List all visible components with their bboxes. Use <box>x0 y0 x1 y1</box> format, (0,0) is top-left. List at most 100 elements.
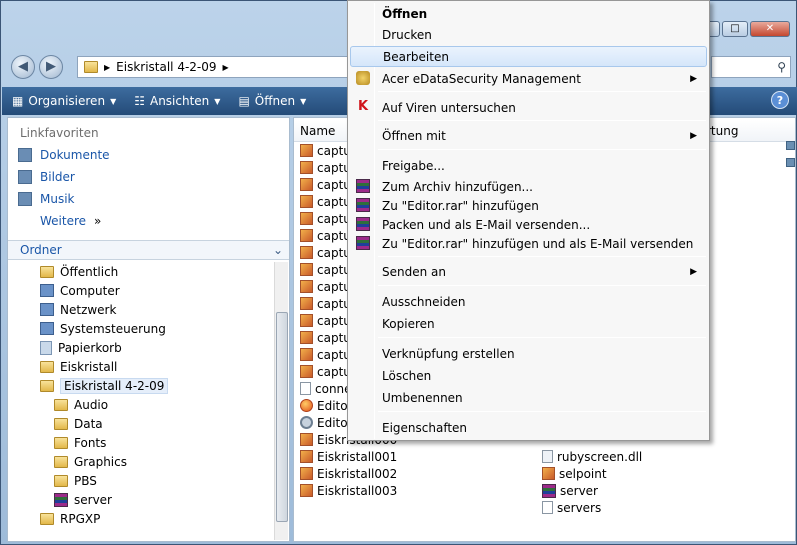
scrollbar-thumb[interactable] <box>276 312 288 522</box>
tree-node[interactable]: server <box>8 490 274 509</box>
menu-item-virus-scan[interactable]: K Auf Viren untersuchen <box>350 97 707 118</box>
menu-item-delete[interactable]: Löschen <box>350 365 707 386</box>
folder-icon <box>54 455 68 468</box>
file-item[interactable]: captu <box>300 142 351 159</box>
menu-item-pack-email[interactable]: Packen und als E-Mail versenden... <box>350 214 707 235</box>
file-item[interactable]: servers <box>542 499 601 516</box>
address-bar[interactable]: ▶ Eiskristall 4-2-09 ▶ <box>77 56 357 78</box>
file-item[interactable]: rubyscreen.dll <box>542 448 642 465</box>
open-button[interactable]: ▤ Öffnen ▼ <box>238 94 306 108</box>
file-item[interactable]: captu <box>300 329 351 346</box>
menu-item-edit[interactable]: Bearbeiten <box>350 46 707 67</box>
file-item[interactable]: captu <box>300 244 351 261</box>
file-item[interactable]: captu <box>300 176 351 193</box>
file-item[interactable]: captu <box>300 261 351 278</box>
column-name[interactable]: Name <box>300 124 335 138</box>
winrar-icon <box>356 236 370 250</box>
tree-node[interactable]: Systemsteuerung <box>8 319 274 338</box>
image-file-icon <box>300 450 313 463</box>
image-file-icon <box>300 348 313 361</box>
file-name: captu <box>317 262 351 277</box>
menu-item-add-rar-email[interactable]: Zu "Editor.rar" hinzufügen und als E-Mai… <box>350 233 707 254</box>
column-rating[interactable]: rtung <box>706 124 738 138</box>
menu-item-send-to[interactable]: Senden an ▶ <box>350 261 707 282</box>
file-item[interactable]: captu <box>300 278 351 295</box>
settings-file-icon <box>300 416 313 429</box>
file-item[interactable]: captu <box>300 363 351 380</box>
file-name: rubyscreen.dll <box>557 449 643 464</box>
file-item[interactable]: server <box>542 482 598 499</box>
tree-node[interactable]: RPGXP <box>8 509 274 528</box>
tree-node-selected[interactable]: Eiskristall 4-2-09 <box>8 376 274 395</box>
favorite-label: Bilder <box>40 170 75 184</box>
favorite-music[interactable]: Musik <box>8 188 289 210</box>
menu-item-add-rar[interactable]: Zu "Editor.rar" hinzufügen <box>350 195 707 216</box>
menu-item-copy[interactable]: Kopieren <box>350 313 707 334</box>
tree-node[interactable]: Computer <box>8 281 274 300</box>
help-icon[interactable]: ? <box>771 91 789 109</box>
file-name: captu <box>317 143 351 158</box>
menu-label: Zum Archiv hinzufügen... <box>382 179 533 194</box>
close-button[interactable]: ✕ <box>750 21 790 37</box>
favorite-documents[interactable]: Dokumente <box>8 144 289 166</box>
tree-node[interactable]: Papierkorb <box>8 338 274 357</box>
favorites-more[interactable]: Weitere » <box>8 210 289 232</box>
maximize-button[interactable]: □ <box>722 21 748 37</box>
menu-item-add-archive[interactable]: Zum Archiv hinzufügen... <box>350 176 707 197</box>
tree-label: Eiskristall 4-2-09 <box>60 377 169 394</box>
menu-item-open[interactable]: Öffnen <box>350 3 707 24</box>
search-box[interactable]: ⚲ <box>711 56 791 78</box>
menu-label: Zu "Editor.rar" hinzufügen <box>382 198 539 213</box>
menu-item-create-shortcut[interactable]: Verknüpfung erstellen <box>350 343 707 364</box>
breadcrumb[interactable]: Eiskristall 4-2-09 <box>116 60 216 74</box>
tree-node[interactable]: Data <box>8 414 274 433</box>
menu-item-acer[interactable]: Acer eDataSecurity Management ▶ <box>350 68 707 89</box>
menu-item-cut[interactable]: Ausschneiden <box>350 291 707 312</box>
control-panel-icon <box>40 322 54 335</box>
file-item[interactable]: captu <box>300 210 351 227</box>
folder-icon <box>40 265 54 278</box>
file-item[interactable]: Editor <box>300 397 353 414</box>
file-item[interactable]: captu <box>300 159 351 176</box>
views-button[interactable]: ☷ Ansichten ▼ <box>134 94 220 108</box>
tree-node[interactable]: Netzwerk <box>8 300 274 319</box>
file-item[interactable]: captu <box>300 346 351 363</box>
menu-separator <box>378 256 706 257</box>
file-item[interactable]: Editor <box>300 414 353 431</box>
menu-label: Öffnen mit <box>382 128 446 143</box>
file-name: Eiskristall003 <box>317 483 398 498</box>
file-item[interactable]: Eiskristall003 <box>300 482 397 499</box>
tree-node[interactable]: Audio <box>8 395 274 414</box>
tree-node[interactable]: Öffentlich <box>8 262 274 281</box>
file-item[interactable]: Eiskristall002 <box>300 465 397 482</box>
menu-label: Auf Viren untersuchen <box>382 100 516 115</box>
file-name: captu <box>317 160 351 175</box>
forward-button[interactable]: ▶ <box>39 55 63 79</box>
tree-node[interactable]: Graphics <box>8 452 274 471</box>
file-item[interactable]: captu <box>300 312 351 329</box>
menu-item-properties[interactable]: Eigenschaften <box>350 417 707 438</box>
folders-header[interactable]: Ordner ⌄ <box>8 240 289 260</box>
tree-node[interactable]: Fonts <box>8 433 274 452</box>
file-name: captu <box>317 245 351 260</box>
file-item[interactable]: Eiskristall001 <box>300 448 397 465</box>
menu-item-share[interactable]: Freigabe... <box>350 155 707 176</box>
file-item[interactable]: captu <box>300 227 351 244</box>
file-item[interactable]: selpoint <box>542 465 607 482</box>
search-icon[interactable]: ⚲ <box>777 60 786 74</box>
menu-item-rename[interactable]: Umbenennen <box>350 387 707 408</box>
back-button[interactable]: ◀ <box>11 55 35 79</box>
favorite-pictures[interactable]: Bilder <box>8 166 289 188</box>
file-item[interactable]: conne <box>300 380 352 397</box>
tree-node[interactable]: Eiskristall <box>8 357 274 376</box>
file-item[interactable]: captu <box>300 295 351 312</box>
menu-item-print[interactable]: Drucken <box>350 24 707 45</box>
tree-scrollbar[interactable] <box>274 262 288 540</box>
tree-node[interactable]: PBS <box>8 471 274 490</box>
menu-label: Packen und als E-Mail versenden... <box>382 217 591 232</box>
chevron-down-icon[interactable]: ⌄ <box>273 241 283 259</box>
organize-button[interactable]: ▦ Organisieren ▼ <box>12 94 116 108</box>
menu-item-open-with[interactable]: Öffnen mit ▶ <box>350 125 707 146</box>
file-name: captu <box>317 177 351 192</box>
file-item[interactable]: captu <box>300 193 351 210</box>
